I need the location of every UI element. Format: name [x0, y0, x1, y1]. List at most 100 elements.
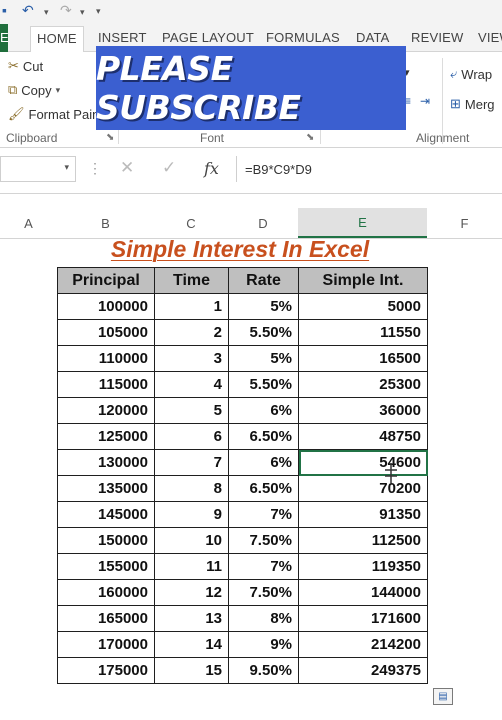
name-box-dropdown-icon[interactable]: ▾	[64, 162, 69, 173]
name-box[interactable]: ▾	[0, 156, 76, 182]
merge-center-button[interactable]: ⊞ Merg	[450, 96, 495, 112]
cell-time[interactable]: 1	[154, 293, 229, 320]
cell-simple-interest[interactable]: 25300	[298, 371, 428, 398]
cell-rate[interactable]: 6.50%	[228, 475, 299, 502]
cell-time[interactable]: 9	[154, 501, 229, 528]
customize-qat-icon[interactable]: ▾	[96, 6, 101, 17]
cell-simple-interest[interactable]: 119350	[298, 553, 428, 580]
cell-rate[interactable]: 5.50%	[228, 319, 299, 346]
tab-data[interactable]: DATA	[356, 30, 390, 45]
increase-indent-icon[interactable]: ⇥	[420, 94, 430, 108]
header-time[interactable]: Time	[154, 267, 229, 294]
cell-rate[interactable]: 7.50%	[228, 527, 299, 554]
cell-rate[interactable]: 7%	[228, 501, 299, 528]
copy-button[interactable]: ⧉ Copy ▾	[8, 82, 60, 98]
cell-simple-interest[interactable]: 5000	[298, 293, 428, 320]
cell-time[interactable]: 4	[154, 371, 229, 398]
cell-rate[interactable]: 5%	[228, 293, 299, 320]
header-rate[interactable]: Rate	[228, 267, 299, 294]
tab-home[interactable]: HOME	[30, 26, 84, 53]
cell-simple-interest[interactable]: 171600	[298, 605, 428, 632]
cell-simple-interest[interactable]: 54600	[298, 449, 428, 476]
cell-time[interactable]: 14	[154, 631, 229, 658]
cell-principal[interactable]: 170000	[57, 631, 155, 658]
cell-rate[interactable]: 7%	[228, 553, 299, 580]
clipboard-launcher-icon[interactable]: ⬊	[106, 132, 114, 143]
save-icon[interactable]: ▪	[2, 2, 7, 18]
tab-file[interactable]: E	[0, 24, 8, 52]
cell-rate[interactable]: 8%	[228, 605, 299, 632]
redo-dropdown-icon[interactable]: ▾	[80, 7, 85, 18]
column-header-e[interactable]: E	[298, 208, 427, 238]
tab-formulas[interactable]: FORMULAS	[266, 30, 340, 45]
sheet-title[interactable]: Simple Interest In Excel	[0, 236, 480, 263]
cell-time[interactable]: 2	[154, 319, 229, 346]
cell-time[interactable]: 13	[154, 605, 229, 632]
cell-principal[interactable]: 125000	[57, 423, 155, 450]
cell-simple-interest[interactable]: 214200	[298, 631, 428, 658]
cell-time[interactable]: 5	[154, 397, 229, 424]
cell-time[interactable]: 8	[154, 475, 229, 502]
cell-principal[interactable]: 165000	[57, 605, 155, 632]
header-simple-interest[interactable]: Simple Int.	[298, 267, 428, 294]
cell-time[interactable]: 15	[154, 657, 229, 684]
tab-insert[interactable]: INSERT	[98, 30, 147, 45]
cell-rate[interactable]: 6%	[228, 397, 299, 424]
tab-page-layout[interactable]: PAGE LAYOUT	[162, 30, 254, 45]
cell-principal[interactable]: 105000	[57, 319, 155, 346]
cell-time[interactable]: 10	[154, 527, 229, 554]
cell-rate[interactable]: 6%	[228, 449, 299, 476]
cell-simple-interest[interactable]: 91350	[298, 501, 428, 528]
cell-principal[interactable]: 145000	[57, 501, 155, 528]
cell-simple-interest[interactable]: 11550	[298, 319, 428, 346]
cell-principal[interactable]: 155000	[57, 553, 155, 580]
tab-view[interactable]: VIEW	[478, 30, 502, 45]
column-header-a[interactable]: A	[0, 208, 57, 238]
cell-principal[interactable]: 115000	[57, 371, 155, 398]
column-header-f[interactable]: F	[427, 208, 502, 238]
insert-function-icon[interactable]: fx	[204, 159, 219, 178]
column-header-b[interactable]: B	[57, 208, 154, 238]
cell-principal[interactable]: 135000	[57, 475, 155, 502]
cell-principal[interactable]: 150000	[57, 527, 155, 554]
cell-simple-interest[interactable]: 144000	[298, 579, 428, 606]
cell-simple-interest[interactable]: 48750	[298, 423, 428, 450]
cell-rate[interactable]: 6.50%	[228, 423, 299, 450]
undo-dropdown-icon[interactable]: ▾	[44, 7, 49, 18]
cell-simple-interest[interactable]: 249375	[298, 657, 428, 684]
cell-rate[interactable]: 9.50%	[228, 657, 299, 684]
cell-time[interactable]: 3	[154, 345, 229, 372]
cell-principal[interactable]: 100000	[57, 293, 155, 320]
cancel-icon[interactable]: ✕	[120, 158, 134, 178]
font-launcher-icon[interactable]: ⬊	[306, 132, 314, 143]
column-header-c[interactable]: C	[154, 208, 228, 238]
header-principal[interactable]: Principal	[57, 267, 155, 294]
cell-principal[interactable]: 110000	[57, 345, 155, 372]
column-header-d[interactable]: D	[228, 208, 298, 238]
wrap-text-button[interactable]: ⤶ Wrap	[450, 66, 492, 82]
cell-principal[interactable]: 120000	[57, 397, 155, 424]
cell-simple-interest[interactable]: 16500	[298, 345, 428, 372]
cut-button[interactable]: ✂ Cut	[8, 58, 43, 74]
cell-simple-interest[interactable]: 70200	[298, 475, 428, 502]
cell-principal[interactable]: 160000	[57, 579, 155, 606]
cell-time[interactable]: 11	[154, 553, 229, 580]
cell-rate[interactable]: 5%	[228, 345, 299, 372]
redo-icon[interactable]: ↷	[60, 2, 72, 19]
cell-simple-interest[interactable]: 112500	[298, 527, 428, 554]
cell-time[interactable]: 6	[154, 423, 229, 450]
cell-rate[interactable]: 9%	[228, 631, 299, 658]
undo-icon[interactable]: ↶	[22, 2, 34, 19]
cell-time[interactable]: 7	[154, 449, 229, 476]
cell-rate[interactable]: 7.50%	[228, 579, 299, 606]
formula-input[interactable]	[236, 156, 502, 182]
cell-rate[interactable]: 5.50%	[228, 371, 299, 398]
cell-principal[interactable]: 175000	[57, 657, 155, 684]
cell-time[interactable]: 12	[154, 579, 229, 606]
enter-icon[interactable]: ✓	[162, 158, 176, 178]
tab-review[interactable]: REVIEW	[411, 30, 463, 45]
paste-options-icon[interactable]: ▤	[433, 688, 453, 705]
cell-principal[interactable]: 130000	[57, 449, 155, 476]
cell-simple-interest[interactable]: 36000	[298, 397, 428, 424]
format-painter-button[interactable]: 🖌 Format Pain	[8, 106, 99, 122]
